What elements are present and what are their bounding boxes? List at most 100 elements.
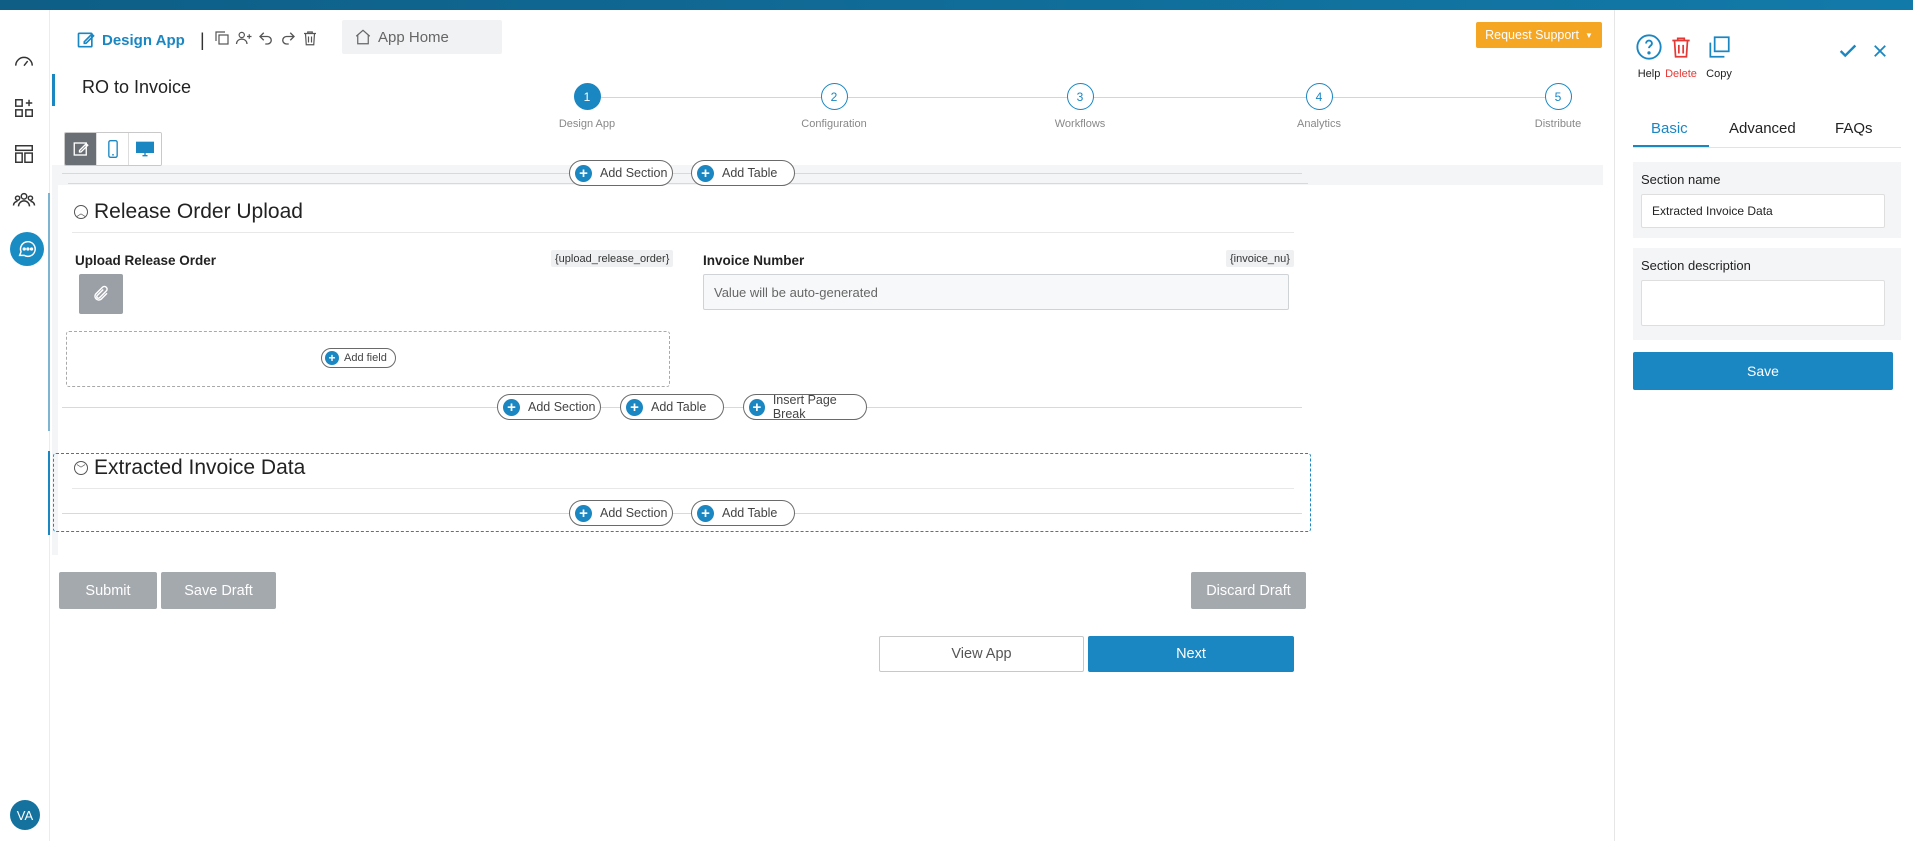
stepper: 1 Design App 2 Configuration 3 Workflows… bbox=[52, 72, 1603, 130]
invoice-number-input[interactable]: Value will be auto-generated bbox=[703, 274, 1289, 310]
plus-icon: + bbox=[575, 504, 592, 522]
dashboard-icon[interactable] bbox=[10, 48, 38, 76]
footer-area bbox=[52, 555, 1603, 841]
tab-basic[interactable]: Basic bbox=[1651, 120, 1688, 137]
caret-down-icon: ▼ bbox=[1584, 30, 1593, 40]
plus-icon: + bbox=[697, 164, 714, 182]
discard-draft-button[interactable]: Discard Draft bbox=[1191, 572, 1306, 609]
chat-bot-icon[interactable] bbox=[10, 232, 44, 266]
step-distribute[interactable]: 5 Distribute bbox=[1498, 83, 1618, 130]
tab-design-app-label: Design App bbox=[102, 31, 185, 49]
edit-icon bbox=[77, 32, 95, 48]
step-design-app[interactable]: 1 Design App bbox=[527, 83, 647, 130]
close-icon[interactable] bbox=[1871, 42, 1889, 65]
trash-icon[interactable] bbox=[301, 29, 319, 52]
section-name-input[interactable]: Extracted Invoice Data bbox=[1641, 194, 1885, 228]
step-workflows[interactable]: 3 Workflows bbox=[1020, 83, 1140, 130]
add-table-button[interactable]: + Add Table bbox=[691, 500, 795, 526]
field-variable-tag: {invoice_nu} bbox=[1226, 250, 1294, 267]
chevron-down-icon[interactable]: ﹀ bbox=[74, 461, 88, 475]
add-field-button[interactable]: + Add field bbox=[321, 348, 396, 368]
copy-button[interactable]: Copy bbox=[1699, 32, 1739, 80]
plus-icon: + bbox=[575, 164, 592, 182]
apps-add-icon[interactable] bbox=[10, 94, 38, 122]
step-number: 1 bbox=[573, 83, 601, 110]
section-title-release-order[interactable]: ︿ Release Order Upload bbox=[74, 200, 303, 224]
section-name-card: Section name Extracted Invoice Data bbox=[1633, 162, 1901, 238]
request-support-label: Request Support bbox=[1485, 28, 1579, 42]
step-number: 3 bbox=[1066, 83, 1094, 110]
panel-tabs: Basic Advanced FAQs bbox=[1633, 110, 1901, 148]
step-label: Analytics bbox=[1296, 118, 1342, 130]
tab-faqs[interactable]: FAQs bbox=[1835, 120, 1873, 137]
step-number: 5 bbox=[1544, 83, 1572, 110]
divider bbox=[68, 183, 1308, 184]
view-app-button[interactable]: View App bbox=[879, 636, 1084, 672]
left-rail: VA bbox=[0, 10, 50, 841]
tab-app-home-label: App Home bbox=[378, 28, 449, 46]
plus-icon: + bbox=[749, 398, 765, 416]
add-user-icon[interactable] bbox=[235, 29, 253, 52]
step-label: Configuration bbox=[801, 118, 867, 130]
section-description-input[interactable] bbox=[1641, 280, 1885, 326]
insert-page-break-button[interactable]: + Insert Page Break bbox=[743, 393, 867, 421]
section-description-card: Section description bbox=[1633, 248, 1901, 340]
request-support-button[interactable]: Request Support ▼ bbox=[1476, 22, 1602, 48]
step-configuration[interactable]: 2 Configuration bbox=[774, 83, 894, 130]
desktop-view-button[interactable] bbox=[129, 133, 161, 165]
field-variable-tag: {upload_release_order} bbox=[551, 250, 674, 267]
users-icon[interactable] bbox=[10, 186, 38, 214]
toolbar-separator: | bbox=[200, 29, 205, 50]
copy-label: Copy bbox=[1706, 68, 1732, 80]
plus-icon: + bbox=[697, 504, 714, 522]
layout-icon[interactable] bbox=[10, 140, 38, 168]
duplicate-icon[interactable] bbox=[213, 29, 231, 52]
redo-icon[interactable] bbox=[279, 29, 297, 52]
step-analytics[interactable]: 4 Analytics bbox=[1259, 83, 1379, 130]
tab-design-app[interactable]: Design App bbox=[76, 28, 185, 52]
edit-icon bbox=[73, 142, 89, 156]
section-title-text: Release Order Upload bbox=[94, 200, 303, 223]
section-title-extracted-invoice[interactable]: ﹀ Extracted Invoice Data bbox=[74, 456, 305, 480]
paperclip-icon bbox=[94, 285, 108, 301]
save-button[interactable]: Save bbox=[1633, 352, 1893, 390]
plus-icon: + bbox=[503, 398, 520, 416]
delete-label: Delete bbox=[1665, 68, 1697, 80]
step-number: 2 bbox=[820, 83, 848, 110]
divider-top bbox=[62, 173, 1302, 174]
add-section-button[interactable]: + Add Section bbox=[497, 394, 601, 420]
mobile-view-button[interactable] bbox=[97, 133, 129, 165]
properties-panel: Help Delete Copy Basic Advanced FAQs Sec… bbox=[1614, 10, 1913, 841]
next-button[interactable]: Next bbox=[1088, 636, 1294, 672]
section-divider bbox=[72, 232, 1294, 233]
undo-icon[interactable] bbox=[257, 29, 275, 52]
tab-app-home[interactable]: App Home bbox=[342, 20, 502, 54]
add-table-button[interactable]: + Add Table bbox=[620, 394, 724, 420]
chevron-up-icon[interactable]: ︿ bbox=[74, 205, 88, 219]
submit-button[interactable]: Submit bbox=[59, 572, 157, 609]
invoice-number-label: Invoice Number bbox=[703, 253, 805, 268]
plus-icon: + bbox=[626, 398, 643, 416]
attach-file-button[interactable] bbox=[79, 274, 123, 314]
add-section-label: Add Section bbox=[600, 506, 668, 520]
checkmark-icon[interactable] bbox=[1837, 40, 1859, 67]
edit-view-button[interactable] bbox=[65, 133, 97, 165]
add-table-label: Add Table bbox=[651, 400, 707, 414]
copy-icon bbox=[1709, 36, 1730, 58]
section-description-label: Section description bbox=[1641, 258, 1751, 273]
save-draft-button[interactable]: Save Draft bbox=[161, 572, 276, 609]
trash-icon bbox=[1672, 37, 1690, 58]
main-area: Design App | App Home Request Support ▼ … bbox=[48, 10, 1603, 841]
home-icon bbox=[355, 29, 371, 45]
add-section-label: Add Section bbox=[528, 400, 596, 414]
add-section-button[interactable]: + Add Section bbox=[569, 500, 673, 526]
step-number: 4 bbox=[1305, 83, 1333, 110]
desktop-icon bbox=[136, 141, 154, 157]
view-toggle bbox=[64, 132, 162, 166]
tab-advanced[interactable]: Advanced bbox=[1729, 120, 1796, 137]
add-section-button[interactable]: + Add Section bbox=[569, 160, 673, 186]
add-section-label: Add Section bbox=[600, 166, 668, 180]
delete-button[interactable]: Delete bbox=[1661, 32, 1701, 80]
add-table-button[interactable]: + Add Table bbox=[691, 160, 795, 186]
user-avatar[interactable]: VA bbox=[10, 800, 40, 830]
